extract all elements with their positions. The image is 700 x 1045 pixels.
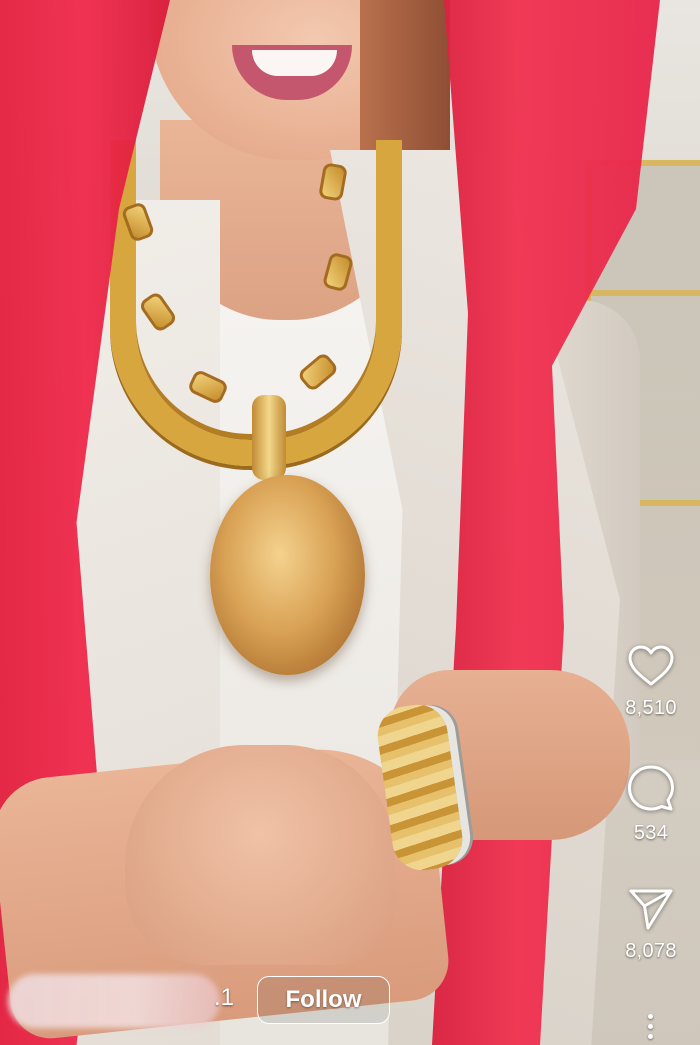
video-frame[interactable] (0, 0, 700, 1045)
username-visible-suffix[interactable]: .1 (214, 984, 234, 1012)
comment-icon[interactable] (627, 764, 675, 812)
shelf-bar (585, 290, 700, 296)
heart-icon[interactable] (628, 645, 674, 687)
comment-count: 534 (633, 822, 669, 844)
lion-medallion-pendant (210, 475, 365, 675)
like-action[interactable]: 8,510 (611, 645, 691, 720)
like-count: 8,510 (625, 697, 677, 719)
pendant-bail (252, 395, 286, 480)
reel-viewer: 8,510 534 8,078 .1 Follow (0, 0, 700, 1045)
dot (647, 1034, 653, 1039)
username-redacted[interactable] (8, 974, 220, 1028)
teeth (252, 50, 337, 76)
more-options-icon[interactable] (640, 1014, 660, 1045)
share-icon[interactable] (629, 888, 673, 930)
comment-action[interactable]: 534 (611, 764, 691, 845)
follow-button[interactable]: Follow (257, 976, 390, 1024)
share-action[interactable]: 8,078 (611, 888, 691, 963)
hand (125, 745, 395, 965)
share-count: 8,078 (625, 940, 677, 962)
author-bar: .1 Follow (0, 968, 600, 1038)
dot (647, 1024, 653, 1029)
dot (647, 1014, 653, 1019)
